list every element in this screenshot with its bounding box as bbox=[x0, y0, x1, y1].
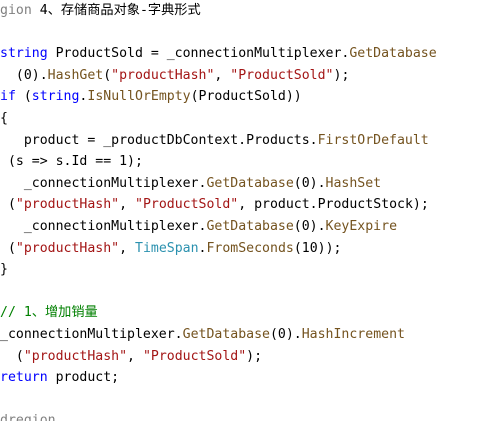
code-token: _connectionMultiplexer. bbox=[0, 219, 207, 234]
code-token: GetDatabase bbox=[206, 219, 294, 234]
code-token: , bbox=[127, 348, 143, 364]
code-line: dregion bbox=[0, 411, 56, 421]
code-token: TimeSpan bbox=[135, 240, 199, 256]
code-token: dregion bbox=[0, 413, 56, 421]
code-token: product; bbox=[47, 370, 120, 386]
code-line: // 1、增加销量 bbox=[0, 303, 98, 323]
code-token: (10)); bbox=[293, 240, 342, 256]
code-token: ( bbox=[15, 89, 32, 105]
code-token: (s => s.Id == 1); bbox=[0, 154, 143, 170]
code-line: _connectionMultiplexer.GetDatabase(0).Ha… bbox=[0, 174, 381, 194]
code-token: (0). bbox=[0, 67, 48, 83]
code-token: ); bbox=[246, 348, 263, 364]
code-token: product = _productDbContext.Products. bbox=[0, 132, 318, 148]
code-token: ); bbox=[333, 67, 350, 83]
code-token: HashGet bbox=[47, 67, 104, 83]
code-token: "ProductSold" bbox=[142, 348, 247, 364]
code-token: "productHash" bbox=[23, 348, 128, 364]
code-token: IsNullOrEmpty bbox=[87, 89, 191, 105]
code-token: "ProductSold" bbox=[135, 197, 239, 213]
code-token: (0). bbox=[293, 219, 326, 234]
code-token: { bbox=[0, 111, 8, 126]
code-token: FromSeconds bbox=[206, 240, 294, 256]
code-line: ("productHash", "ProductSold"); bbox=[0, 347, 262, 367]
code-token: return bbox=[0, 370, 48, 386]
code-token: FirstOrDefault bbox=[317, 132, 429, 148]
code-token: ProductSold = _connectionMultiplexer. bbox=[47, 46, 350, 62]
code-token: HashIncrement bbox=[301, 327, 405, 342]
code-line: ("productHash", "ProductSold", product.P… bbox=[0, 195, 429, 215]
code-token: HashSet bbox=[325, 175, 382, 191]
code-token: (0). bbox=[269, 327, 302, 342]
code-token: string bbox=[0, 46, 48, 62]
code-token: KeyExpire bbox=[325, 219, 398, 234]
code-line: return product; bbox=[0, 368, 119, 388]
code-token: } bbox=[0, 262, 8, 278]
code-token: 4、存储商品对象-字典形式 bbox=[39, 3, 201, 18]
code-token: _connectionMultiplexer. bbox=[0, 327, 183, 342]
code-token: _connectionMultiplexer. bbox=[0, 175, 207, 191]
code-token: GetDatabase bbox=[206, 175, 294, 191]
code-token: if bbox=[0, 89, 16, 105]
code-token: , bbox=[119, 240, 135, 256]
code-token: GetDatabase bbox=[349, 46, 437, 62]
code-line: gion 4、存储商品对象-字典形式 bbox=[0, 1, 201, 21]
code-token: ( bbox=[103, 67, 112, 83]
code-line: if (string.IsNullOrEmpty(ProductSold)) bbox=[0, 87, 302, 107]
code-token: (ProductSold)) bbox=[190, 89, 302, 105]
code-token: , bbox=[119, 197, 135, 213]
code-line: _connectionMultiplexer.GetDatabase(0).Ha… bbox=[0, 325, 405, 345]
code-token: GetDatabase bbox=[182, 327, 270, 342]
code-token: string bbox=[31, 89, 80, 105]
code-token: "productHash" bbox=[15, 197, 120, 213]
code-line: (0).HashGet("productHash", "ProductSold"… bbox=[0, 66, 350, 86]
code-line: { bbox=[0, 109, 8, 129]
code-token: , bbox=[214, 67, 231, 83]
code-token: (0). bbox=[293, 175, 326, 191]
code-token: ( bbox=[0, 197, 16, 213]
code-line: _connectionMultiplexer.GetDatabase(0).Ke… bbox=[0, 217, 397, 237]
code-token: "ProductSold" bbox=[230, 67, 334, 83]
code-line: } bbox=[0, 260, 8, 280]
code-editor-view[interactable]: gion 4、存储商品对象-字典形式 string ProductSold = _… bbox=[0, 0, 484, 421]
code-line: product = _productDbContext.Products.Fir… bbox=[0, 131, 429, 151]
code-line: ("productHash", TimeSpan.FromSeconds(10)… bbox=[0, 239, 342, 259]
code-line: string ProductSold = _connectionMultiple… bbox=[0, 44, 437, 64]
code-token: , product.ProductStock); bbox=[238, 197, 429, 213]
code-line: (s => s.Id == 1); bbox=[0, 152, 143, 172]
code-token: // 1、增加销量 bbox=[0, 305, 98, 321]
code-token: "productHash" bbox=[111, 67, 215, 83]
code-token: ( bbox=[0, 348, 24, 364]
code-token: ( bbox=[0, 240, 16, 256]
code-token: gion bbox=[0, 3, 40, 18]
code-token: "productHash" bbox=[15, 240, 120, 256]
